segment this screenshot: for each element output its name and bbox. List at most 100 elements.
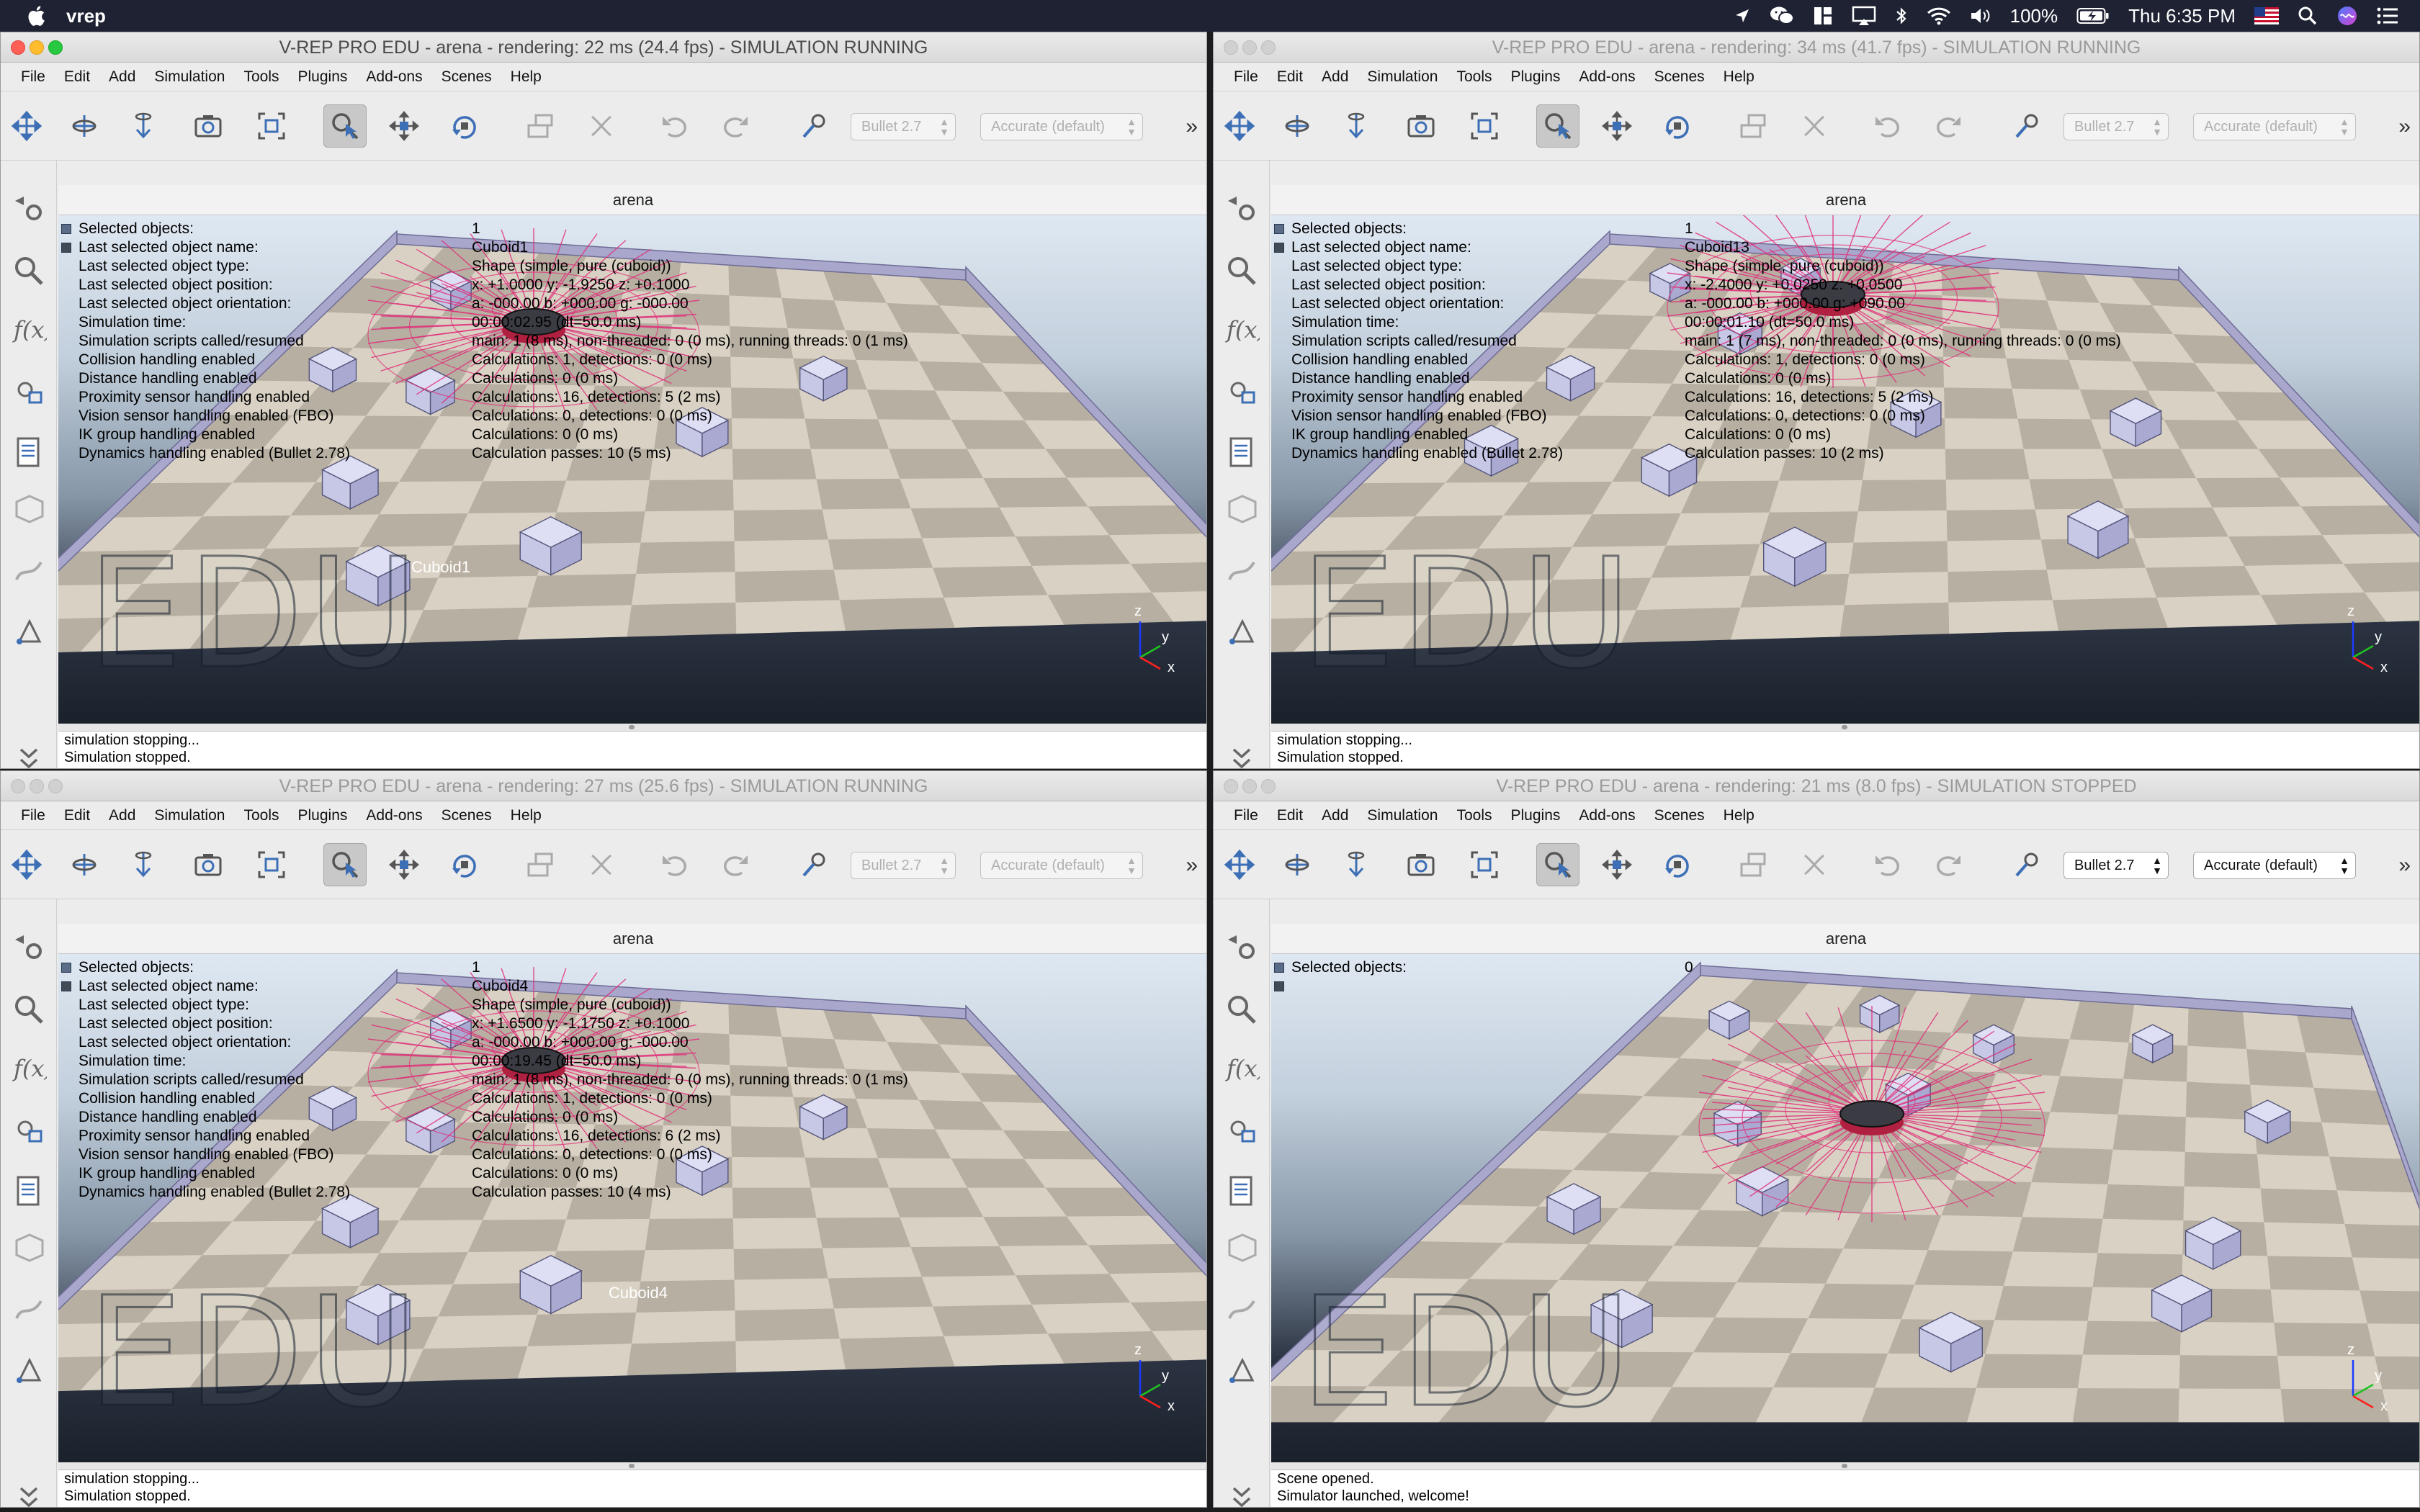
assemble-button[interactable]	[519, 104, 563, 148]
rotate-view-button[interactable]	[63, 843, 106, 886]
menu-add[interactable]: Add	[99, 807, 145, 824]
assemble-button[interactable]	[519, 843, 563, 886]
menu-plugins[interactable]: Plugins	[1502, 68, 1570, 86]
menu-add[interactable]: Add	[1312, 807, 1358, 824]
menu-add[interactable]: Add	[99, 68, 145, 86]
pan-button[interactable]	[1218, 843, 1261, 886]
ik-button[interactable]	[8, 1349, 50, 1390]
active-app-name[interactable]: vrep	[66, 5, 106, 27]
apple-icon[interactable]	[26, 5, 46, 27]
scene-viewport[interactable]: EDU Cuboid1 z y x Selected objects: 1 Last…	[58, 215, 1206, 724]
menu-tools[interactable]: Tools	[234, 807, 288, 824]
redo-button[interactable]	[714, 104, 757, 148]
redo-button[interactable]	[714, 843, 757, 886]
physics-engine-select[interactable]: Bullet 2.7 ▲ ▼	[851, 852, 956, 879]
menu-scenes[interactable]: Scenes	[1645, 68, 1714, 86]
siri-icon[interactable]	[2336, 5, 2358, 27]
collapse-down-button[interactable]	[1221, 737, 1263, 768]
simulation-settings-button[interactable]	[2006, 843, 2049, 886]
menu-plugins[interactable]: Plugins	[1502, 807, 1570, 824]
model-browser-button[interactable]	[1221, 487, 1263, 529]
status-console[interactable]: simulation stopping... Simulation stopped…	[58, 1470, 1206, 1507]
menu-file[interactable]: File	[1, 68, 55, 86]
rotate-view-button[interactable]	[1276, 104, 1319, 148]
undo-button[interactable]	[653, 104, 696, 148]
menu-plugins[interactable]: Plugins	[289, 68, 357, 86]
path-edit-button[interactable]	[8, 549, 50, 591]
wifi-icon[interactable]	[1927, 6, 1951, 25]
shift-view-button[interactable]	[1335, 843, 1378, 886]
menu-add-ons[interactable]: Add-ons	[1569, 68, 1644, 86]
bluetooth-icon[interactable]	[1895, 6, 1908, 26]
rotate-view-button[interactable]	[1276, 843, 1319, 886]
camera-button[interactable]	[187, 843, 230, 886]
menu-scenes[interactable]: Scenes	[432, 807, 501, 824]
menu-edit[interactable]: Edit	[1268, 807, 1312, 824]
menu-plugins[interactable]: Plugins	[289, 807, 357, 824]
object-select-button[interactable]	[323, 104, 367, 148]
menu-scenes[interactable]: Scenes	[432, 68, 501, 86]
function-button[interactable]: f(x)	[1221, 1048, 1263, 1089]
assemble-button[interactable]	[1732, 843, 1775, 886]
wechat-icon[interactable]	[1770, 6, 1794, 26]
redo-button[interactable]	[1927, 843, 1970, 886]
redo-button[interactable]	[1927, 104, 1970, 148]
undo-button[interactable]	[653, 843, 696, 886]
collapse-down-button[interactable]	[8, 1475, 50, 1507]
window-title-bar[interactable]: V-REP PRO EDU - arena - rendering: 21 ms…	[1214, 771, 2419, 801]
path-edit-button[interactable]	[8, 1288, 50, 1330]
console-splitter[interactable]	[1271, 1462, 2419, 1470]
toolbar-overflow-icon[interactable]: »	[1186, 114, 1198, 139]
transfer-dna-button[interactable]	[1793, 104, 1836, 148]
sandbox-script-path[interactable]: system/sndbxscpt.txt	[1592, 1506, 1726, 1507]
simulation-settings-button[interactable]	[793, 843, 836, 886]
pan-button[interactable]	[5, 843, 48, 886]
fit-view-button[interactable]	[1463, 104, 1506, 148]
physics-engine-select[interactable]: Bullet 2.7 ▲ ▼	[851, 113, 956, 140]
menu-add-ons[interactable]: Add-ons	[357, 807, 431, 824]
menu-file[interactable]: File	[1214, 807, 1268, 824]
menu-help[interactable]: Help	[1714, 807, 1764, 824]
object-properties-button[interactable]	[1221, 1110, 1263, 1151]
object-shift-button[interactable]	[1595, 843, 1639, 886]
menu-add-ons[interactable]: Add-ons	[1569, 807, 1644, 824]
object-select-button[interactable]	[323, 843, 367, 886]
pan-button[interactable]	[1218, 104, 1261, 148]
menu-simulation[interactable]: Simulation	[1358, 807, 1447, 824]
us-flag-icon[interactable]	[2254, 7, 2279, 24]
object-rotate-button[interactable]	[1656, 843, 1699, 886]
menu-tools[interactable]: Tools	[1447, 807, 1501, 824]
menu-tools[interactable]: Tools	[1447, 68, 1501, 86]
search-object-button[interactable]	[8, 250, 50, 292]
window-title-bar[interactable]: V-REP PRO EDU - arena - rendering: 27 ms…	[1, 771, 1206, 801]
scene-settings-button[interactable]	[8, 186, 50, 228]
undo-button[interactable]	[1866, 843, 1909, 886]
camera-button[interactable]	[1399, 843, 1443, 886]
menu-add-ons[interactable]: Add-ons	[357, 68, 431, 86]
window-title-bar[interactable]: V-REP PRO EDU - arena - rendering: 22 ms…	[1, 32, 1206, 63]
transfer-dna-button[interactable]	[1793, 843, 1836, 886]
collapse-down-button[interactable]	[8, 737, 50, 768]
object-properties-button[interactable]	[8, 371, 50, 413]
scene-settings-button[interactable]	[1221, 186, 1263, 228]
document-button[interactable]	[1221, 1170, 1263, 1212]
search-object-button[interactable]	[1221, 250, 1263, 292]
object-select-button[interactable]	[1536, 104, 1579, 148]
ik-button[interactable]	[1221, 1349, 1263, 1390]
toolbar-overflow-icon[interactable]: »	[2398, 114, 2411, 139]
menu-tools[interactable]: Tools	[234, 68, 288, 86]
undo-button[interactable]	[1866, 104, 1909, 148]
notification-center-icon[interactable]	[2377, 6, 2398, 25]
scene-viewport[interactable]: EDU z y x Selected objects: 1 Last selecte…	[1271, 215, 2419, 724]
rotate-view-button[interactable]	[63, 104, 106, 148]
toolbar-overflow-icon[interactable]: »	[1186, 853, 1198, 878]
fit-view-button[interactable]	[1463, 843, 1506, 886]
object-rotate-button[interactable]	[1656, 104, 1699, 148]
menu-help[interactable]: Help	[501, 68, 551, 86]
physics-engine-select[interactable]: Bullet 2.7 ▲ ▼	[2063, 852, 2169, 879]
path-edit-button[interactable]	[1221, 1288, 1263, 1330]
object-rotate-button[interactable]	[443, 104, 486, 148]
menu-simulation[interactable]: Simulation	[145, 807, 234, 824]
document-button[interactable]	[8, 1170, 50, 1212]
model-browser-button[interactable]	[8, 487, 50, 529]
